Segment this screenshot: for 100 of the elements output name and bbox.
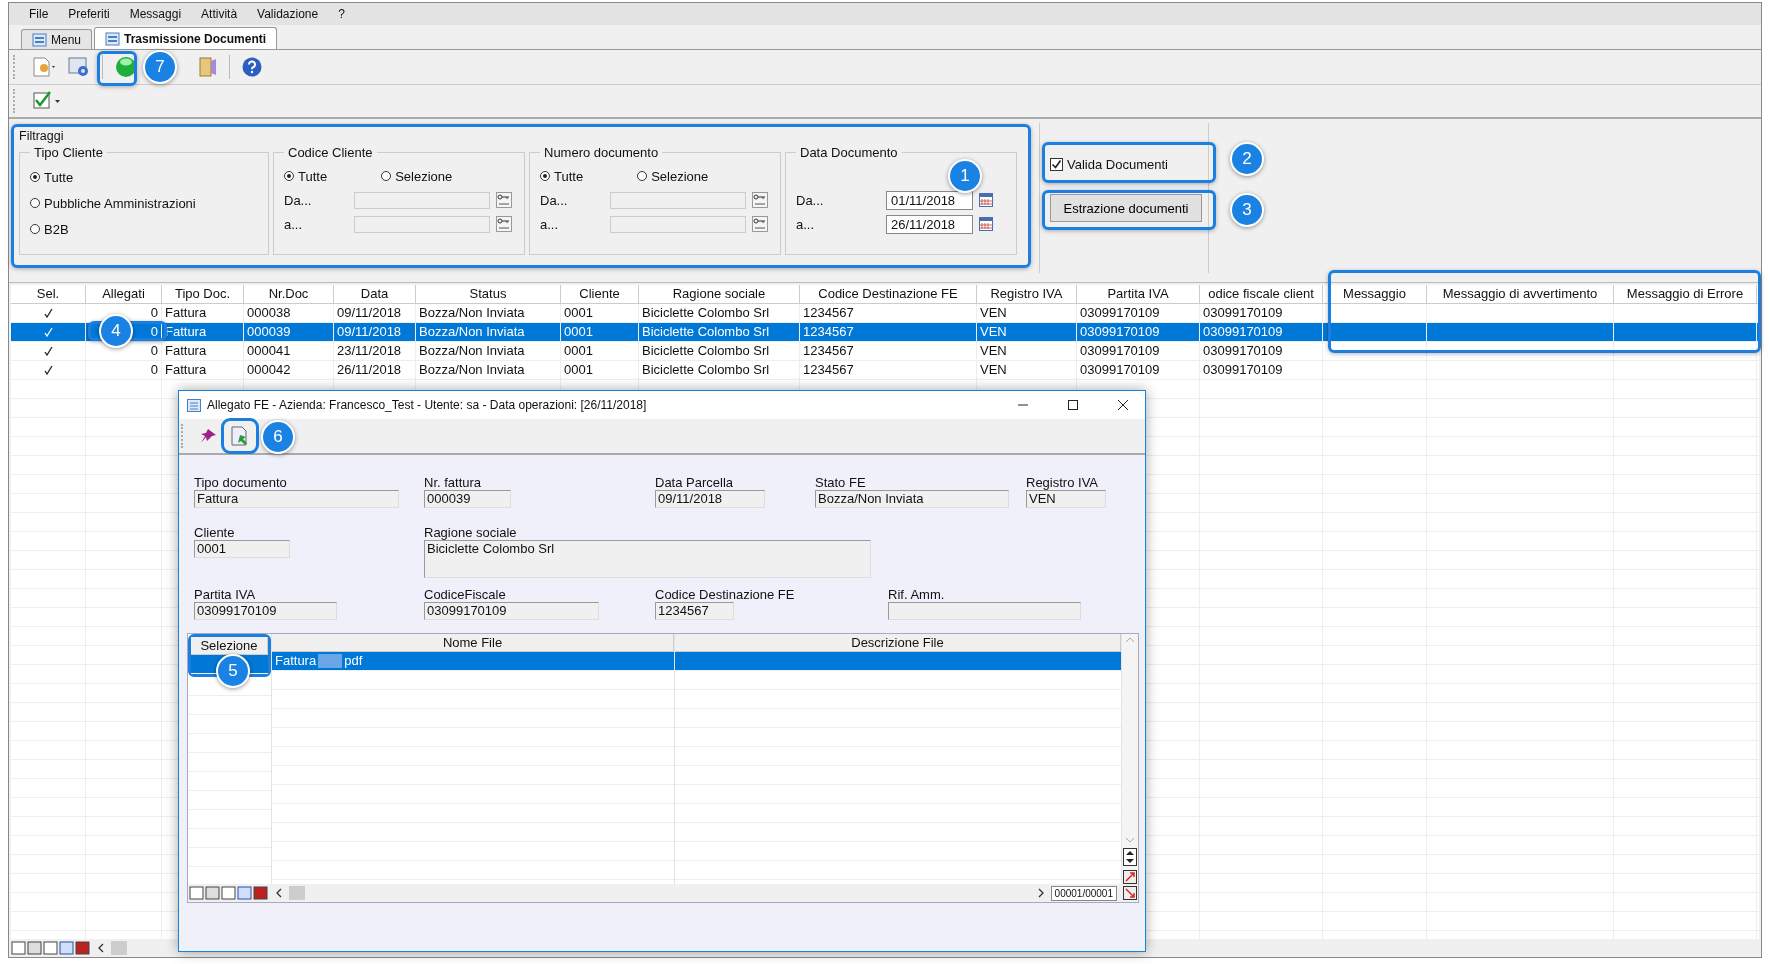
- table-cell: VEN: [977, 361, 1077, 379]
- table-cell: VEN: [977, 323, 1077, 341]
- column-header[interactable]: Nome File: [272, 634, 674, 652]
- column-header[interactable]: Ragione sociale: [639, 285, 800, 303]
- table-cell[interactable]: Fattura pdf: [272, 652, 674, 671]
- input-field[interactable]: [888, 602, 1081, 620]
- radio-button[interactable]: [637, 171, 648, 181]
- grid-tools-icon[interactable]: [189, 886, 269, 900]
- column-header[interactable]: Tipo Doc.: [162, 285, 244, 303]
- radio-button[interactable]: [284, 171, 294, 181]
- input-field[interactable]: Biciclette Colombo Srl: [424, 540, 871, 578]
- field-label: Stato FE: [815, 475, 867, 490]
- input-field[interactable]: 03099170109: [194, 602, 337, 620]
- column-header[interactable]: Messaggio: [1323, 285, 1427, 303]
- redaction-mark: [318, 654, 343, 668]
- input-field[interactable]: [354, 215, 490, 233]
- column-header[interactable]: Cliente: [561, 285, 639, 303]
- refresh-up-icon[interactable]: [1123, 870, 1137, 884]
- input-field[interactable]: 0001: [194, 540, 290, 558]
- table-cell: 1234567: [800, 361, 977, 379]
- table-cell: Bozza/Non Inviata: [416, 342, 561, 360]
- spin-arrows-icon[interactable]: [1123, 848, 1137, 866]
- table-cell: Biciclette Colombo Srl: [639, 361, 800, 379]
- lookup-icon[interactable]: [496, 192, 512, 208]
- input-field[interactable]: [610, 215, 746, 233]
- column-header[interactable]: Descrizione File: [675, 634, 1121, 652]
- column-header[interactable]: Messaggio di avvertimento: [1427, 285, 1614, 303]
- calendar-icon[interactable]: [979, 193, 993, 207]
- scroll-left-icon[interactable]: [275, 888, 283, 898]
- column-header[interactable]: Codice Destinazione FE: [800, 285, 977, 303]
- lookup-icon[interactable]: [752, 216, 768, 232]
- maximize-icon[interactable]: [1067, 399, 1079, 411]
- table-cell[interactable]: [675, 652, 1121, 671]
- table-row[interactable]: 0 Fattura 000042 26/11/2018 Bozza/Non Inviata 0001 Biciclette Colombo Srl 1234567 VEN 03099170109 03099170109: [11, 361, 1759, 380]
- table-cell: Biciclette Colombo Srl: [639, 304, 800, 322]
- column-header[interactable]: Partita IVA: [1077, 285, 1200, 303]
- table-cell: 09/11/2018: [334, 323, 416, 341]
- input-field[interactable]: VEN: [1026, 490, 1106, 508]
- menu-item[interactable]: Preferiti: [58, 7, 120, 21]
- input-field[interactable]: [610, 191, 746, 209]
- radio-button[interactable]: [30, 198, 40, 208]
- field-label: a...: [796, 216, 816, 232]
- group-title: Numero documento: [543, 145, 660, 160]
- column-header[interactable]: odice fiscale client: [1200, 285, 1323, 303]
- input-field[interactable]: Fattura: [194, 490, 399, 508]
- radio-button[interactable]: [381, 171, 392, 181]
- tab[interactable]: Menu: [21, 29, 93, 49]
- date-field[interactable]: 26/11/2018: [886, 214, 973, 234]
- column-header[interactable]: Data: [334, 285, 416, 303]
- close-icon[interactable]: [1117, 399, 1129, 411]
- column-header[interactable]: Sel.: [11, 285, 86, 303]
- menu-item[interactable]: ?: [328, 7, 355, 21]
- input-field[interactable]: 09/11/2018: [655, 490, 765, 508]
- check-mark-icon[interactable]: [43, 365, 53, 375]
- radio-button[interactable]: [30, 172, 40, 182]
- refresh-down-icon[interactable]: [1123, 886, 1137, 900]
- table-cell: 0: [86, 361, 162, 379]
- field-label: a...: [284, 216, 304, 232]
- table-cell: VEN: [977, 304, 1077, 322]
- input-field[interactable]: 1234567: [655, 602, 734, 620]
- tab[interactable]: Trasmissione Documenti: [94, 27, 278, 49]
- grid-tools-icon[interactable]: [11, 941, 91, 955]
- scrollbar-thumb[interactable]: [289, 886, 305, 900]
- input-field[interactable]: Bozza/Non Inviata: [815, 490, 1009, 508]
- table-cell: 03099170109: [1077, 323, 1200, 341]
- checkbox[interactable]: [1050, 158, 1063, 171]
- radio-button[interactable]: [30, 224, 40, 234]
- input-field[interactable]: [354, 191, 490, 209]
- table-row[interactable]: 0 Fattura 000041 23/11/2018 Bozza/Non Inviata 0001 Biciclette Colombo Srl 1234567 VEN 03099170109 03099170109: [11, 342, 1759, 361]
- field-label: Da...: [796, 192, 825, 208]
- field-label: Rif. Amm.: [888, 587, 946, 602]
- table-cell: Bozza/Non Inviata: [416, 304, 561, 322]
- column-header[interactable]: Registro IVA: [977, 285, 1077, 303]
- column-header[interactable]: Selezione: [191, 637, 268, 655]
- scrollbar-thumb[interactable]: [111, 941, 127, 955]
- lookup-icon[interactable]: [752, 192, 768, 208]
- check-mark-icon[interactable]: [43, 308, 53, 318]
- table-cell: 03099170109: [1200, 342, 1323, 360]
- check-mark-icon[interactable]: [43, 346, 53, 356]
- input-field[interactable]: 000039: [424, 490, 511, 508]
- field-label: Partita IVA: [194, 587, 257, 602]
- scroll-left-icon[interactable]: [97, 943, 105, 953]
- column-header[interactable]: Allegati: [86, 285, 162, 303]
- calendar-icon[interactable]: [979, 217, 993, 231]
- extract-button[interactable]: Estrazione documenti: [1050, 194, 1202, 222]
- menu-item[interactable]: Messaggi: [119, 7, 192, 21]
- column-header[interactable]: Status: [416, 285, 561, 303]
- field-label: Tipo documento: [194, 475, 288, 490]
- menu-item[interactable]: Validazione: [247, 7, 329, 21]
- menu-item[interactable]: File: [19, 7, 59, 21]
- scroll-right-icon[interactable]: [1036, 888, 1045, 898]
- radio-button[interactable]: [540, 171, 550, 181]
- table-cell: 03099170109: [1200, 304, 1323, 322]
- record-counter: 00001/00001: [1050, 885, 1117, 901]
- menu-item[interactable]: Attività: [191, 7, 248, 21]
- column-header[interactable]: Nr.Doc: [244, 285, 334, 303]
- date-field[interactable]: 01/11/2018: [886, 190, 973, 210]
- lookup-icon[interactable]: [496, 216, 512, 232]
- input-field[interactable]: 03099170109: [424, 602, 599, 620]
- column-header[interactable]: Messaggio di Errore: [1614, 285, 1757, 303]
